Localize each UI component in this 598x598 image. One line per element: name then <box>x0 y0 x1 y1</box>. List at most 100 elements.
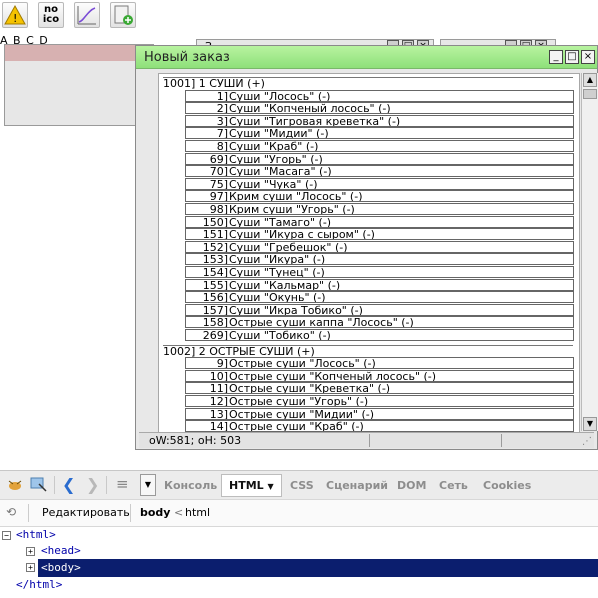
expand-icon[interactable]: + <box>26 563 35 572</box>
list-item[interactable]: 152]Суши "Гребешок" (-) <box>185 240 574 253</box>
dialog-titlebar[interactable]: Новый заказ _ □ × <box>136 46 597 69</box>
minimize-icon[interactable]: _ <box>549 50 563 64</box>
item-name: Острые суши "Краб" (-) <box>229 420 364 433</box>
list-item[interactable]: 75]Суши "Чука" (-) <box>185 177 574 190</box>
warning-button[interactable]: ! <box>2 2 28 28</box>
list-item[interactable]: 2]Суши "Копченый лосось" (-) <box>185 102 574 115</box>
group-header[interactable]: 1001] 1 СУШИ (+) <box>163 77 573 90</box>
group-header[interactable]: 1002] 2 ОСТРЫЕ СУШИ (+) <box>163 344 573 358</box>
item-name: Суши "Краб" (-) <box>229 140 319 152</box>
item-number: 14] <box>209 420 228 433</box>
list-item[interactable]: 97]Крим суши "Лосось" (-) <box>185 190 574 203</box>
breadcrumb-body[interactable]: body <box>140 506 170 519</box>
list-item[interactable]: 70]Суши "Масага" (-) <box>185 165 574 178</box>
item-number: 70] <box>209 165 228 178</box>
list-item[interactable]: 8]Суши "Краб" (-) <box>185 140 574 152</box>
forward-arrow-icon[interactable]: ❯ <box>86 475 99 494</box>
list-item[interactable]: 150]Суши "Тамаго" (-) <box>185 215 574 228</box>
new-order-dialog[interactable]: Новый заказ _ □ × 1001] 1 СУШИ (+) 1]Суши… <box>135 45 598 450</box>
svg-text:!: ! <box>13 12 17 25</box>
list-item[interactable]: 269]Суши "Тобико" (-) <box>185 329 574 341</box>
firebug-icon[interactable] <box>6 478 24 492</box>
tab-console[interactable]: Консоль <box>164 479 217 492</box>
noico-button[interactable]: no ico <box>38 2 64 28</box>
list-item[interactable]: 158]Острые суши каппа "Лосось" (-) <box>185 316 574 329</box>
list-item[interactable]: 12]Острые суши "Угорь" (-) <box>185 395 574 407</box>
background-window-titlebar[interactable] <box>5 45 153 61</box>
resize-grip-icon[interactable]: ⋰ <box>582 434 592 449</box>
chart-button[interactable] <box>74 2 100 28</box>
item-number: 69] <box>209 152 228 165</box>
list-item[interactable]: 14]Острые суши "Краб" (-) <box>185 420 574 432</box>
collapse-icon[interactable]: − <box>2 531 11 540</box>
noico-label: no ico <box>42 4 60 25</box>
order-list[interactable]: 1001] 1 СУШИ (+) 1]Суши "Лосось" (-) 2]Суш… <box>158 73 580 433</box>
expand-icon[interactable]: ⟲ <box>6 505 16 519</box>
back-arrow-icon[interactable]: ❮ <box>62 475 75 494</box>
menu-dropdown-icon[interactable]: ▼ <box>140 474 156 496</box>
item-number: 157] <box>202 303 228 316</box>
item-name: Суши "Масага" (-) <box>229 165 332 178</box>
list-item[interactable]: 151]Суши "Икура с сыром" (-) <box>185 228 574 241</box>
tree-node-body[interactable]: <body> <box>41 560 81 576</box>
expand-icon[interactable]: + <box>26 547 35 556</box>
list-icon[interactable]: ≡ <box>116 475 129 493</box>
inspect-icon[interactable] <box>30 477 48 493</box>
tree-node-head[interactable]: <head> <box>41 543 81 559</box>
add-document-button[interactable] <box>110 2 136 28</box>
item-number: 152] <box>202 240 228 253</box>
breadcrumb-html[interactable]: html <box>185 506 210 519</box>
list-item[interactable]: 157]Суши "Икра Тобико" (-) <box>185 303 574 316</box>
list-item[interactable]: 10]Острые суши "Копченый лосось" (-) <box>185 369 574 382</box>
list-item[interactable]: 11]Острые суши "Креветка" (-) <box>185 382 574 395</box>
item-number: 13] <box>209 407 228 420</box>
tab-network[interactable]: Сеть <box>439 479 468 492</box>
vertical-scrollbar[interactable]: ▲ ▼ <box>581 73 598 431</box>
item-name: Суши "Тигровая креветка" (-) <box>229 114 401 127</box>
item-name: Острые суши каппа "Лосось" (-) <box>229 316 414 329</box>
tab-css[interactable]: CSS <box>290 479 314 492</box>
status-divider <box>369 434 370 447</box>
scroll-thumb[interactable] <box>583 89 597 99</box>
list-item[interactable]: 1]Суши "Лосось" (-) <box>185 89 574 102</box>
list-item[interactable]: 13]Острые суши "Мидии" (-) <box>185 407 574 420</box>
list-item[interactable]: 69]Суши "Угорь" (-) <box>185 152 574 165</box>
status-bar: oW:581; oH: 503 ⋰ <box>139 432 594 448</box>
edit-button[interactable]: Редактировать <box>42 506 130 519</box>
scroll-down-icon[interactable]: ▼ <box>583 417 597 431</box>
list-item[interactable]: 155]Суши "Кальмар" (-) <box>185 278 574 291</box>
tree-selection <box>38 559 598 577</box>
tab-dom[interactable]: DOM <box>397 479 426 492</box>
list-item[interactable]: 3]Суши "Тигровая креветка" (-) <box>185 114 574 127</box>
item-name: Суши "Копченый лосось" (-) <box>229 102 391 115</box>
list-item[interactable]: 156]Суши "Окунь" (-) <box>185 291 574 304</box>
item-name: Острые суши "Мидии" (-) <box>229 407 375 420</box>
item-name: Острые суши "Угорь" (-) <box>229 395 369 407</box>
status-divider <box>501 434 502 447</box>
close-icon[interactable]: × <box>581 50 595 64</box>
html-tree[interactable]: − <html> + <head> + <body> </html> <box>0 527 598 598</box>
item-number: 3] <box>216 114 228 127</box>
tab-script[interactable]: Сценарий <box>326 479 388 492</box>
item-name: Крим суши "Угорь" (-) <box>229 203 355 215</box>
scroll-up-icon[interactable]: ▲ <box>583 73 597 87</box>
list-item[interactable]: 9]Острые суши "Лосось" (-) <box>185 357 574 370</box>
item-number: 7] <box>216 127 228 140</box>
item-number: 2] <box>216 102 228 115</box>
background-window-left[interactable] <box>4 44 154 126</box>
tab-cookies[interactable]: Cookies <box>483 479 531 492</box>
tree-node-html[interactable]: <html> <box>16 527 56 543</box>
devtools-toolbar: ⟲ Редактировать body < html <box>0 499 598 527</box>
tab-html[interactable]: HTML ▼ <box>221 474 282 497</box>
list-item[interactable]: 154]Суши "Тунец" (-) <box>185 266 574 278</box>
list-item[interactable]: 153]Суши "Икура" (-) <box>185 253 574 266</box>
maximize-icon[interactable]: □ <box>565 50 579 64</box>
item-name: Острые суши "Копченый лосось" (-) <box>229 369 437 382</box>
item-name: Суши "Икура" (-) <box>229 253 326 266</box>
item-number: 151] <box>202 228 228 241</box>
list-item[interactable]: 7]Суши "Мидии" (-) <box>185 127 574 140</box>
item-number: 10] <box>209 369 228 382</box>
item-name: Суши "Тобико" (-) <box>229 329 331 341</box>
list-item[interactable]: 98]Крим суши "Угорь" (-) <box>185 203 574 215</box>
item-number: 12] <box>209 395 228 407</box>
